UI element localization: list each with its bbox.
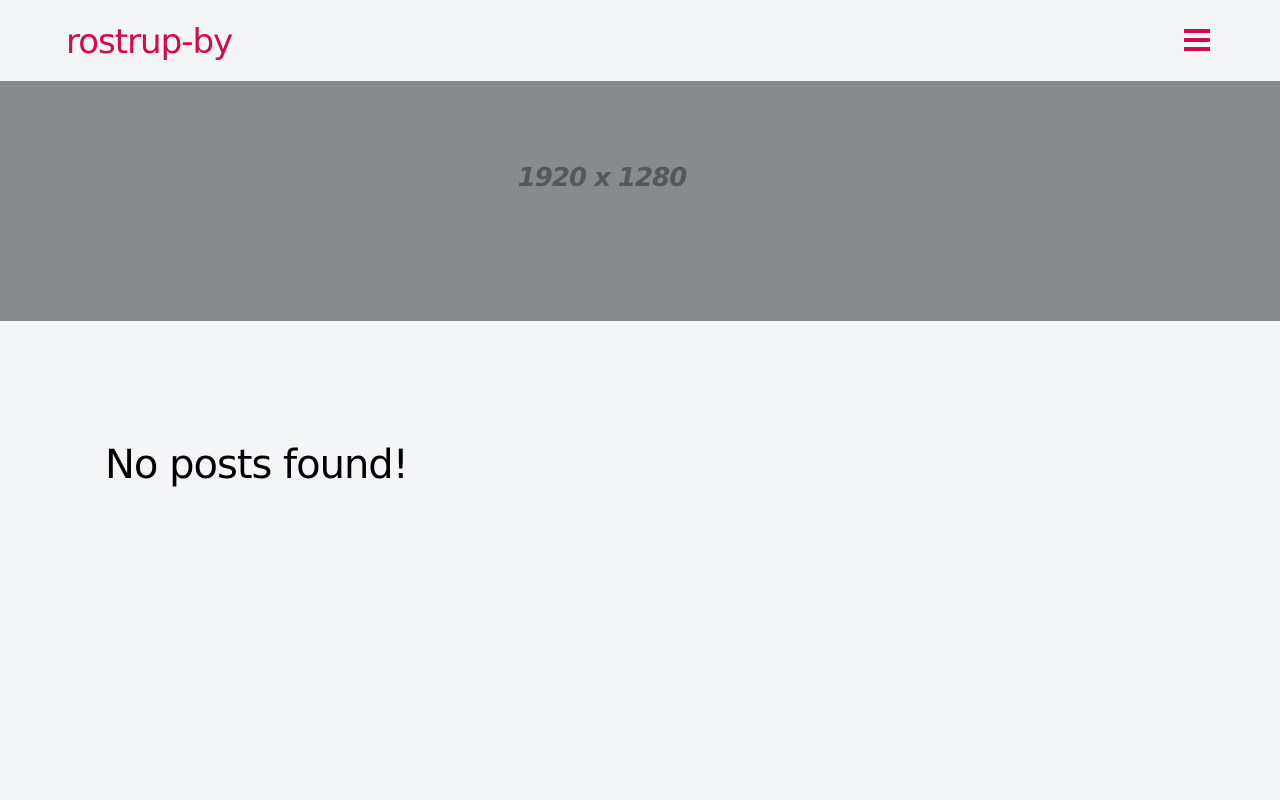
hero-placeholder-image: 1920 x 1280: [0, 81, 1280, 321]
main-content: No posts found!: [0, 321, 1280, 800]
no-posts-message: No posts found!: [105, 442, 409, 488]
hero-placeholder-label: 1920 x 1280: [517, 163, 688, 193]
site-logo-link[interactable]: rostrup-by: [66, 20, 233, 64]
site-header: rostrup-by: [0, 0, 1280, 81]
menu-icon-bar-bottom: [1184, 47, 1210, 51]
menu-icon-bar-top: [1184, 29, 1210, 33]
hamburger-menu-icon[interactable]: [1180, 26, 1214, 56]
menu-icon-bar-middle: [1184, 38, 1210, 42]
